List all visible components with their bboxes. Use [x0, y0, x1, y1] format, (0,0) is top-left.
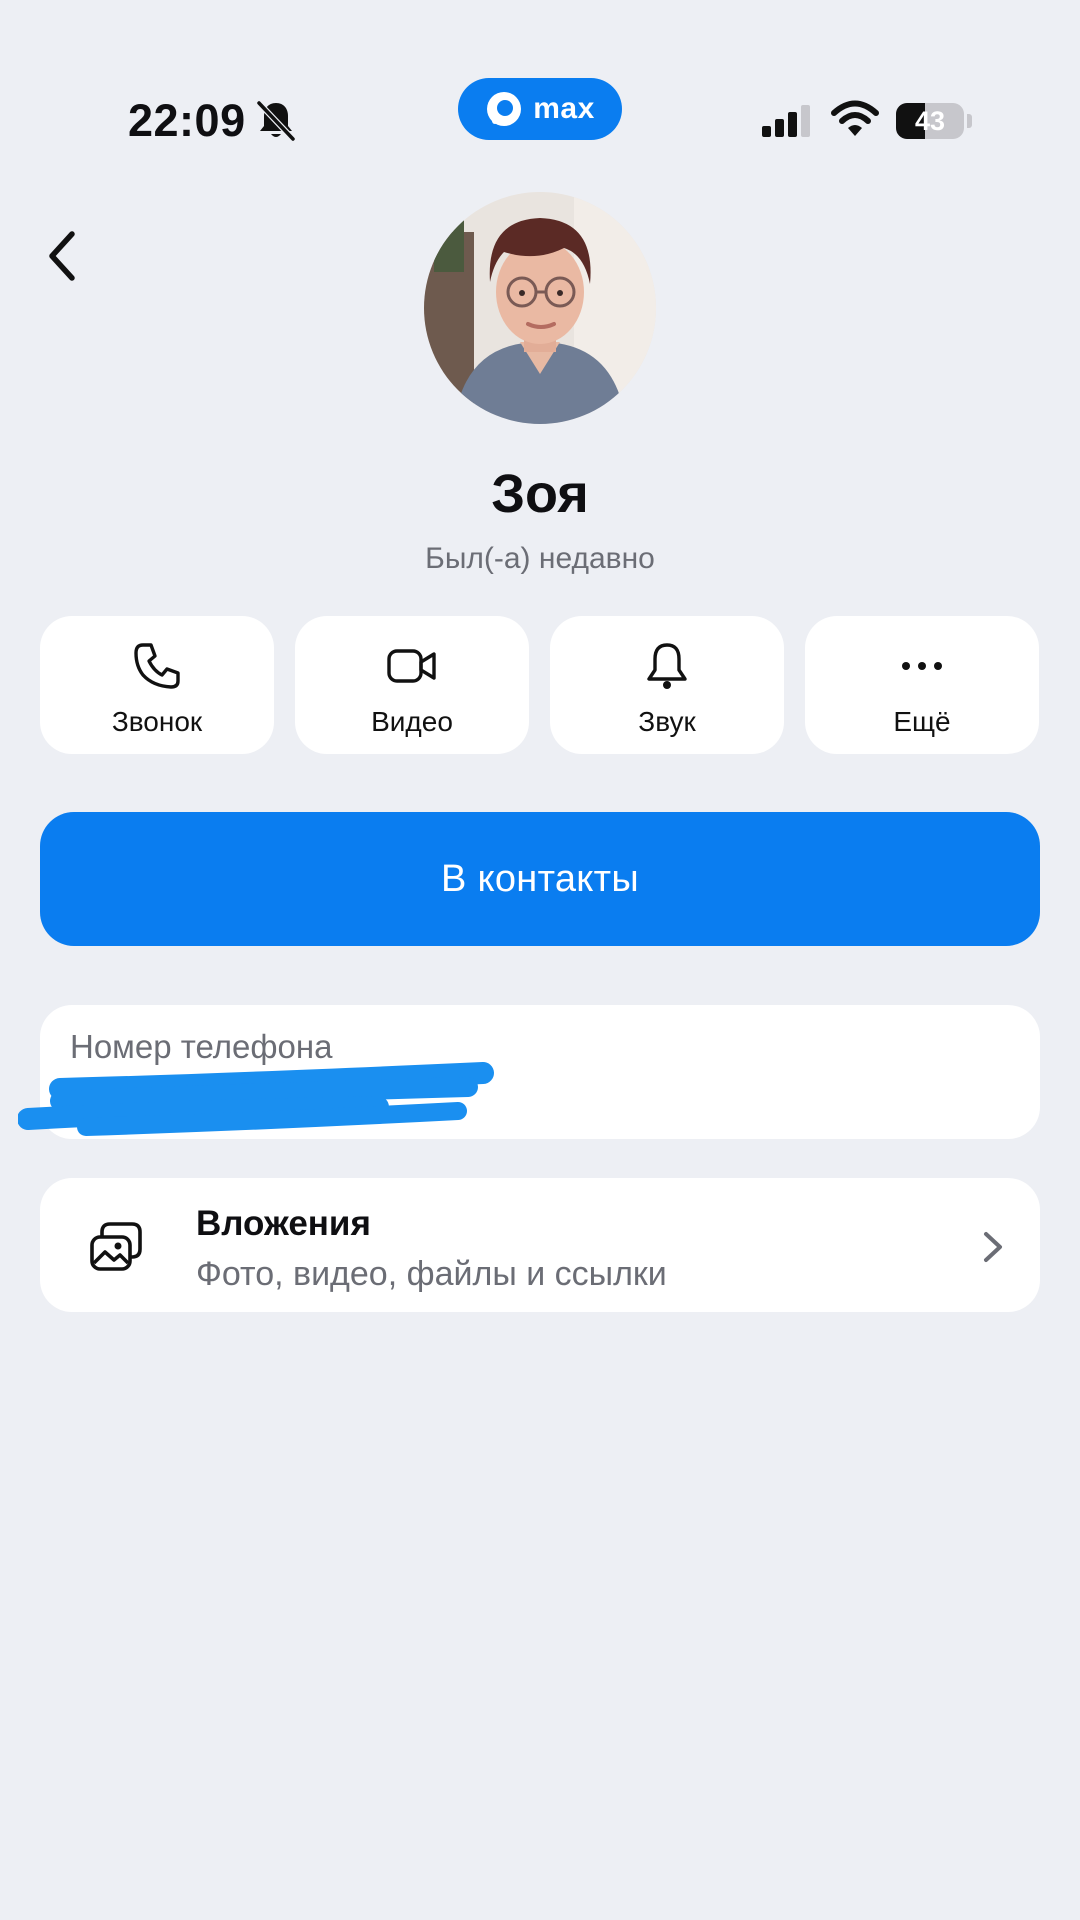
redaction-scribble [18, 1062, 494, 1136]
avatar[interactable] [424, 192, 656, 424]
video-camera-icon [387, 649, 436, 683]
sound-button[interactable]: Звук [550, 616, 784, 754]
contact-name: Зоя [491, 464, 589, 524]
battery-percent: 43 [914, 106, 946, 136]
more-button[interactable]: Ещё [805, 616, 1039, 754]
cellular-signal-icon [762, 105, 810, 137]
add-to-contacts-button[interactable]: В контакты [40, 812, 1040, 946]
chevron-right-icon [984, 1232, 1002, 1262]
battery-icon: 43 [896, 103, 974, 139]
video-button[interactable]: Видео [295, 616, 529, 754]
phone-icon [134, 643, 180, 689]
app-badge[interactable]: max [458, 78, 622, 140]
app-badge-label: max [533, 92, 595, 125]
photo-gallery-icon [90, 1222, 142, 1271]
wifi-icon [831, 100, 879, 136]
last-seen-status: Был(-а) недавно [425, 542, 655, 575]
attachments-subtitle: Фото, видео, файлы и ссылки [196, 1255, 667, 1293]
bell-icon [647, 643, 687, 689]
more-dots-icon [902, 662, 942, 670]
sound-label: Звук [638, 706, 696, 737]
max-logo-icon [487, 92, 522, 126]
status-time: 22:09 [128, 95, 246, 146]
attachments-title: Вложения [196, 1204, 371, 1243]
more-label: Ещё [893, 706, 951, 737]
video-label: Видео [371, 706, 453, 737]
bell-slash-icon [256, 100, 296, 142]
call-button[interactable]: Звонок [40, 616, 274, 754]
back-button[interactable] [38, 226, 86, 286]
call-label: Звонок [111, 706, 203, 737]
